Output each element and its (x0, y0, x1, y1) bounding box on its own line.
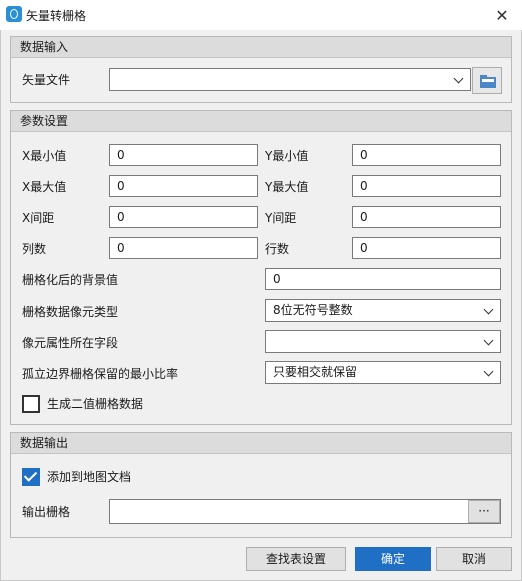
background-value-input[interactable]: 0 (265, 268, 501, 290)
ymax-label: Y最大值 (265, 180, 309, 194)
binary-raster-checkbox[interactable] (22, 395, 40, 413)
close-button[interactable]: ✕ (482, 0, 522, 30)
params-group-header: 参数设置 (11, 111, 511, 132)
output-group-header: 数据输出 (11, 433, 511, 454)
background-value-label: 栅格化后的背景值 (22, 273, 119, 287)
window-title: 矢量转栅格 (26, 9, 87, 23)
yspacing-label: Y间距 (265, 211, 297, 225)
min-ratio-label: 孤立边界栅格保留的最小比率 (22, 367, 179, 381)
pixel-type-select[interactable]: 8位无符号整数 (265, 299, 501, 322)
xmin-input[interactable]: 0 (109, 144, 258, 166)
xspacing-label: X间距 (22, 211, 55, 225)
xspacing-input[interactable]: 0 (109, 206, 258, 228)
chevron-down-icon (453, 73, 464, 84)
ymax-input[interactable]: 0 (352, 175, 501, 197)
output-raster-label: 输出栅格 (22, 505, 71, 519)
cols-label: 列数 (22, 242, 47, 256)
output-raster-input[interactable] (109, 499, 501, 524)
ok-button[interactable]: 确定 (355, 547, 431, 571)
attr-field-select[interactable] (265, 330, 501, 353)
xmax-label: X最大值 (22, 180, 67, 194)
rows-label: 行数 (265, 242, 290, 256)
vector-file-combo[interactable] (109, 68, 471, 91)
attr-field-label: 像元属性所在字段 (22, 336, 119, 350)
browse-output-button[interactable]: ··· (468, 500, 500, 523)
pixel-type-label: 栅格数据像元类型 (22, 305, 119, 319)
chevron-down-icon (483, 366, 494, 377)
title-bar: 矢量转栅格 ✕ (0, 0, 522, 30)
xmin-label: X最小值 (22, 149, 67, 163)
cancel-button[interactable]: 取消 (436, 547, 512, 571)
yspacing-input[interactable]: 0 (352, 206, 501, 228)
add-to-map-checkbox[interactable] (22, 468, 40, 486)
pixel-type-value: 8位无符号整数 (273, 303, 353, 317)
input-group-header: 数据输入 (11, 37, 511, 58)
app-icon (6, 6, 22, 22)
chevron-down-icon (483, 335, 494, 346)
xmax-input[interactable]: 0 (109, 175, 258, 197)
min-ratio-select[interactable]: 只要相交就保留 (265, 361, 501, 384)
binary-raster-label: 生成二值栅格数据 (47, 397, 144, 411)
min-ratio-value: 只要相交就保留 (273, 365, 358, 379)
folder-icon (480, 75, 496, 88)
cols-input[interactable]: 0 (109, 237, 258, 259)
add-to-map-label: 添加到地图文档 (47, 470, 132, 484)
ymin-input[interactable]: 0 (352, 144, 501, 166)
open-file-button[interactable] (472, 67, 502, 94)
rows-input[interactable]: 0 (352, 237, 501, 259)
chevron-down-icon (483, 304, 494, 315)
ymin-label: Y最小值 (265, 149, 309, 163)
vector-file-label: 矢量文件 (22, 73, 71, 87)
lookup-table-button[interactable]: 查找表设置 (246, 547, 346, 571)
